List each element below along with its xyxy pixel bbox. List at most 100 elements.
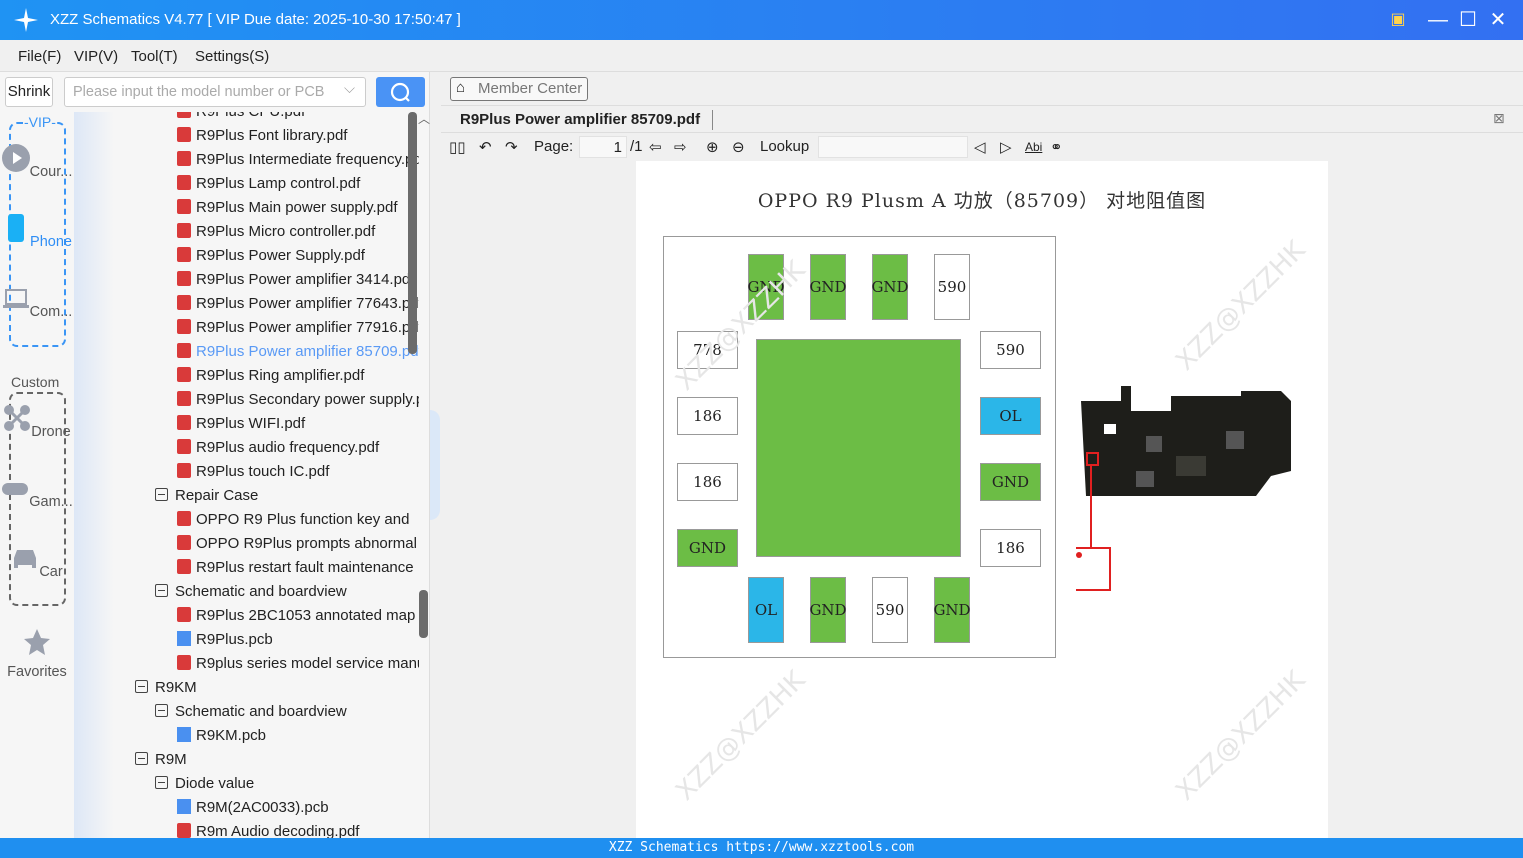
pad-value: GND bbox=[871, 254, 909, 320]
pdf-file-icon bbox=[177, 367, 191, 382]
pcb-file-icon bbox=[177, 799, 191, 814]
pad-value: OL bbox=[748, 577, 784, 643]
match-case-icon[interactable]: Abi bbox=[1025, 140, 1042, 154]
collapse-pane-handle[interactable] bbox=[430, 410, 440, 520]
tree-file[interactable]: R9Plus CPU.pdf bbox=[177, 112, 305, 124]
tab-document[interactable]: R9Plus Power amplifier 85709.pdf bbox=[460, 111, 700, 128]
tree-file[interactable]: R9Plus Micro controller.pdf bbox=[177, 220, 375, 244]
tree-file[interactable]: R9Plus Power Supply.pdf bbox=[177, 244, 365, 268]
tree-file[interactable]: R9Plus audio frequency.pdf bbox=[177, 436, 379, 460]
sidebar-item-courses[interactable]: Cour... bbox=[0, 144, 74, 180]
sidebar-item-drone[interactable]: Drone bbox=[0, 404, 74, 440]
tree-file[interactable]: R9Plus 2BC1053 annotated map bbox=[177, 604, 415, 628]
search-placeholder: Please input the model number or PCB bbox=[73, 84, 325, 100]
tree-file[interactable]: R9Plus Font library.pdf bbox=[177, 124, 347, 148]
tree-item-label: R9Plus 2BC1053 annotated map bbox=[196, 607, 416, 624]
tree-item-label: R9Plus Lamp control.pdf bbox=[196, 175, 361, 192]
pdf-toolbar: ▯▯ ↶ ↷ Page: 1 /1 ⇦ ⇨ ⊕ ⊖ Lookup ◁ ▷ Abi… bbox=[441, 133, 1523, 161]
category-sidebar: -VIP- Custom Cour... Phone Com... Drone … bbox=[0, 112, 74, 838]
minimize-button[interactable]: — bbox=[1426, 8, 1450, 32]
prev-page-icon[interactable]: ⇦ bbox=[649, 138, 662, 156]
zoom-in-icon[interactable]: ⊕ bbox=[706, 138, 719, 156]
tree-file[interactable]: R9Plus Main power supply.pdf bbox=[177, 196, 398, 220]
pad-value: 186 bbox=[677, 397, 738, 435]
model-search-input[interactable]: Please input the model number or PCB ⌵ bbox=[64, 77, 366, 107]
vip-label: -VIP- bbox=[24, 114, 56, 130]
tree-folder[interactable]: R9KM bbox=[135, 676, 197, 700]
tree-file[interactable]: R9Plus Secondary power supply.pdf bbox=[177, 388, 419, 412]
tree-item-label: R9Plus restart fault maintenance bbox=[196, 559, 414, 576]
tree-file[interactable]: OPPO R9 Plus function key and bbox=[177, 508, 409, 532]
lookup-input[interactable] bbox=[818, 136, 968, 158]
close-tab-icon[interactable]: ⊠ bbox=[1493, 110, 1505, 127]
collapse-icon bbox=[155, 704, 168, 717]
menu-file[interactable]: File(F) bbox=[18, 48, 61, 65]
scroll-up-icon[interactable]: ︿ bbox=[418, 110, 430, 127]
pdf-file-icon bbox=[177, 151, 191, 166]
tree-scrollbar-secondary[interactable] bbox=[419, 590, 428, 638]
tree-file[interactable]: R9Plus Power amplifier 85709.pdf bbox=[177, 340, 419, 364]
tree-folder[interactable]: Diode value bbox=[155, 772, 254, 796]
sidebar-item-car[interactable]: Car bbox=[0, 544, 74, 580]
gamepad-icon bbox=[2, 483, 29, 495]
tree-file[interactable]: R9m Audio decoding.pdf bbox=[177, 820, 359, 838]
menu-vip[interactable]: VIP(V) bbox=[74, 48, 118, 65]
document-title: OPPO R9 Plusm A 功放（85709） 对地阻值图 bbox=[757, 190, 1207, 212]
pdf-file-icon bbox=[177, 559, 191, 574]
tree-item-label: Diode value bbox=[175, 775, 255, 792]
tree-file[interactable]: R9plus series model service manual bbox=[177, 652, 419, 676]
rotate-right-icon[interactable]: ↷ bbox=[505, 138, 518, 156]
sidebar-item-label: Cour... bbox=[29, 164, 73, 180]
tree-file[interactable]: OPPO R9Plus prompts abnormal bbox=[177, 532, 417, 556]
tree-folder[interactable]: Schematic and boardview bbox=[155, 700, 347, 724]
binoculars-icon[interactable]: ⚭ bbox=[1050, 138, 1063, 156]
rotate-left-icon[interactable]: ↶ bbox=[479, 138, 492, 156]
title-bar: XZZ Schematics V4.77 [ VIP Due date: 202… bbox=[0, 0, 1523, 40]
search-button[interactable] bbox=[376, 77, 425, 107]
tree-file[interactable]: R9Plus Ring amplifier.pdf bbox=[177, 364, 364, 388]
collapse-icon bbox=[135, 680, 148, 693]
two-page-icon[interactable]: ▯▯ bbox=[449, 138, 466, 156]
zoom-out-icon[interactable]: ⊖ bbox=[732, 138, 745, 156]
sidebar-item-game[interactable]: Gam... bbox=[0, 474, 74, 510]
tree-item-label: R9KM.pcb bbox=[196, 727, 267, 744]
sidebar-item-favorites[interactable]: Favorites bbox=[0, 628, 74, 680]
menu-tool[interactable]: Tool(T) bbox=[131, 48, 178, 65]
chevron-down-icon[interactable]: ⌵ bbox=[344, 81, 355, 97]
maximize-button[interactable]: ☐ bbox=[1456, 8, 1480, 32]
tree-file[interactable]: R9Plus restart fault maintenance bbox=[177, 556, 414, 580]
tree-folder[interactable]: Schematic and boardview bbox=[155, 580, 347, 604]
tree-file[interactable]: R9Plus WIFI.pdf bbox=[177, 412, 305, 436]
pad-value: 590 bbox=[980, 331, 1041, 369]
next-page-icon[interactable]: ⇨ bbox=[674, 138, 687, 156]
tree-file[interactable]: R9Plus touch IC.pdf bbox=[177, 460, 329, 484]
pad-value: GND bbox=[980, 463, 1041, 501]
board-photo bbox=[1076, 386, 1291, 591]
shrink-button[interactable]: Shrink bbox=[5, 77, 53, 107]
tree-file[interactable]: R9Plus Lamp control.pdf bbox=[177, 172, 360, 196]
close-button[interactable]: ✕ bbox=[1486, 8, 1510, 32]
sidebar-item-phone[interactable]: Phone bbox=[0, 214, 74, 250]
tree-folder[interactable]: R9M bbox=[135, 748, 187, 772]
tree-item-label: R9Plus Power amplifier 77643.pdf bbox=[196, 295, 419, 312]
tree-file[interactable]: R9Plus Power amplifier 77916.pdf bbox=[177, 316, 419, 340]
sidebar-item-label: Phone bbox=[30, 234, 72, 250]
tree-folder[interactable]: Repair Case bbox=[155, 484, 258, 508]
find-next-icon[interactable]: ▷ bbox=[1000, 138, 1012, 156]
collapse-icon bbox=[155, 776, 168, 789]
tree-file[interactable]: R9Plus Power amplifier 77643.pdf bbox=[177, 292, 419, 316]
find-prev-icon[interactable]: ◁ bbox=[974, 138, 986, 156]
tree-file[interactable]: R9Plus Intermediate frequency.pdf bbox=[177, 148, 419, 172]
page-number-input[interactable]: 1 bbox=[579, 136, 627, 158]
sidebar-item-computer[interactable]: Com... bbox=[0, 284, 74, 320]
tree-file[interactable]: R9M(2AC0033).pcb bbox=[177, 796, 329, 820]
tree-file[interactable]: R9KM.pcb bbox=[177, 724, 266, 748]
watermark: XZZ@XZZHK bbox=[1170, 665, 1312, 807]
tree-scrollbar[interactable] bbox=[408, 112, 417, 354]
menu-settings[interactable]: Settings(S) bbox=[195, 48, 269, 65]
sidebar-item-label: Car bbox=[39, 564, 63, 580]
member-center-button[interactable]: ⌂ Member Center bbox=[450, 77, 588, 101]
tree-file[interactable]: R9Plus.pcb bbox=[177, 628, 273, 652]
briefcase-icon[interactable]: ▣ bbox=[1386, 8, 1410, 32]
tree-file[interactable]: R9Plus Power amplifier 3414.pdf bbox=[177, 268, 414, 292]
